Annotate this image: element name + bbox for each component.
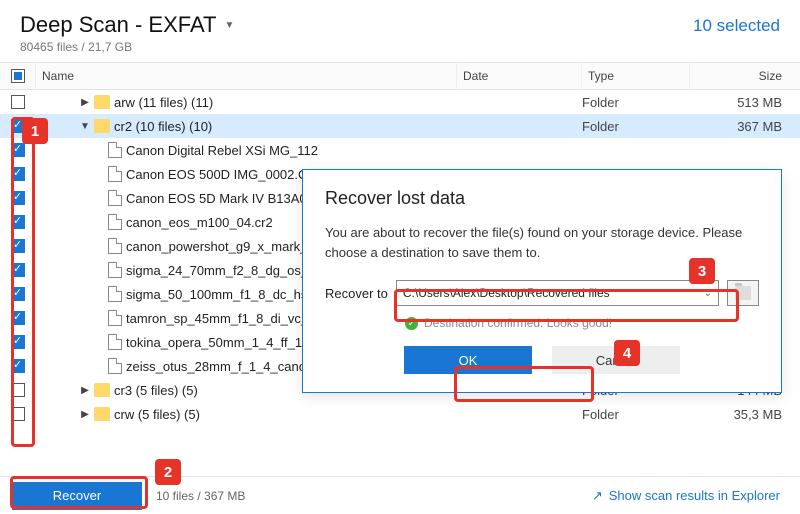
row-name-text: canon_powershot_g9_x_mark_ii_ bbox=[126, 239, 320, 254]
dialog-message: You are about to recover the file(s) fou… bbox=[325, 223, 759, 262]
show-in-explorer-link[interactable]: ↗ Show scan results in Explorer bbox=[592, 488, 780, 504]
file-icon bbox=[108, 262, 122, 278]
title-row[interactable]: Deep Scan - EXFAT ▼ bbox=[20, 12, 234, 38]
file-icon bbox=[108, 166, 122, 182]
row-checkbox[interactable] bbox=[0, 215, 36, 229]
destination-confirm: ✓ Destination confirmed. Looks good! bbox=[405, 316, 759, 330]
select-all-checkbox[interactable] bbox=[0, 63, 36, 89]
row-checkbox[interactable] bbox=[0, 191, 36, 205]
row-name-text: Canon Digital Rebel XSi MG_112 bbox=[126, 143, 318, 158]
row-checkbox[interactable] bbox=[0, 311, 36, 325]
expander-icon[interactable]: ▶ bbox=[80, 409, 90, 420]
row-name-text: Canon EOS 5D Mark IV B13A07 bbox=[126, 191, 314, 206]
row-name-text: sigma_24_70mm_f2_8_dg_os_hs bbox=[126, 263, 322, 278]
recover-button[interactable]: Recover bbox=[12, 482, 142, 510]
chevron-down-icon[interactable]: ▼ bbox=[224, 20, 234, 31]
scan-summary: 80465 files / 21,7 GB bbox=[20, 40, 234, 54]
callout-2: 2 bbox=[155, 459, 181, 485]
row-checkbox[interactable] bbox=[0, 239, 36, 253]
footer-left: Recover 10 files / 367 MB bbox=[12, 482, 245, 510]
callout-3: 3 bbox=[689, 258, 715, 284]
file-icon bbox=[108, 142, 122, 158]
file-icon bbox=[108, 334, 122, 350]
row-checkbox[interactable] bbox=[0, 335, 36, 349]
destination-confirm-text: Destination confirmed. Looks good! bbox=[424, 316, 612, 330]
folder-icon bbox=[94, 383, 110, 397]
file-icon bbox=[108, 238, 122, 254]
folder-icon bbox=[94, 119, 110, 133]
row-checkbox[interactable] bbox=[0, 407, 36, 421]
ok-button[interactable]: OK bbox=[404, 346, 532, 374]
row-name-text: tokina_opera_50mm_1_4_ff_19.c bbox=[126, 335, 319, 350]
column-headers: Name Date Type Size bbox=[0, 62, 800, 90]
footer: Recover 10 files / 367 MB ↗ Show scan re… bbox=[0, 476, 800, 514]
header-left: Deep Scan - EXFAT ▼ 80465 files / 21,7 G… bbox=[20, 12, 234, 54]
row-checkbox[interactable] bbox=[0, 143, 36, 157]
row-checkbox[interactable] bbox=[0, 359, 36, 373]
file-icon bbox=[108, 214, 122, 230]
page-title: Deep Scan - EXFAT bbox=[20, 12, 216, 38]
expander-icon[interactable]: ▶ bbox=[80, 97, 90, 108]
row-size: 513 MB bbox=[690, 95, 800, 110]
row-name-text: crw (5 files) (5) bbox=[114, 407, 200, 422]
row-name[interactable]: ▼ cr2 (10 files) (10) bbox=[36, 119, 457, 134]
file-row[interactable]: Canon Digital Rebel XSi MG_112 bbox=[0, 138, 800, 162]
file-icon bbox=[108, 286, 122, 302]
row-checkbox[interactable] bbox=[0, 383, 36, 397]
file-icon bbox=[108, 358, 122, 374]
folder-row[interactable]: ▶ crw (5 files) (5) Folder35,3 MB bbox=[0, 402, 800, 426]
header: Deep Scan - EXFAT ▼ 80465 files / 21,7 G… bbox=[0, 0, 800, 62]
selection-info: 10 files / 367 MB bbox=[156, 489, 245, 503]
selected-count: 10 selected bbox=[693, 16, 780, 36]
row-name-text: canon_eos_m100_04.cr2 bbox=[126, 215, 273, 230]
row-name-text: tamron_sp_45mm_f1_8_di_vc_us bbox=[126, 311, 322, 326]
row-name-text: arw (11 files) (11) bbox=[114, 95, 213, 110]
row-checkbox[interactable] bbox=[0, 167, 36, 181]
browse-button[interactable] bbox=[727, 280, 759, 306]
row-size: 35,3 MB bbox=[690, 407, 800, 422]
folder-icon bbox=[735, 286, 751, 300]
row-name-text: cr3 (5 files) (5) bbox=[114, 383, 198, 398]
external-link-icon: ↗ bbox=[592, 488, 603, 504]
callout-1: 1 bbox=[22, 118, 48, 144]
row-type: Folder bbox=[582, 407, 690, 422]
check-icon: ✓ bbox=[405, 317, 418, 330]
column-date[interactable]: Date bbox=[457, 63, 582, 89]
folder-icon bbox=[94, 407, 110, 421]
column-size[interactable]: Size bbox=[690, 63, 800, 89]
file-icon bbox=[108, 310, 122, 326]
row-checkbox[interactable] bbox=[0, 263, 36, 277]
chevron-down-icon[interactable]: ⌄ bbox=[704, 288, 712, 299]
row-name-text: Canon EOS 500D IMG_0002.CR2 bbox=[126, 167, 324, 182]
file-icon bbox=[108, 190, 122, 206]
expander-icon[interactable]: ▶ bbox=[80, 385, 90, 396]
row-type: Folder bbox=[582, 95, 690, 110]
destination-path-value: C:\Users\Alex\Desktop\Recovered files bbox=[403, 286, 610, 300]
column-type[interactable]: Type bbox=[582, 63, 690, 89]
folder-row[interactable]: ▼ cr2 (10 files) (10) Folder367 MB bbox=[0, 114, 800, 138]
column-name[interactable]: Name bbox=[36, 63, 457, 89]
row-name-text: zeiss_otus_28mm_f_1_4_canon_e bbox=[126, 359, 328, 374]
row-checkbox[interactable] bbox=[0, 95, 36, 109]
row-name-text: sigma_50_100mm_f1_8_dc_hsm_ bbox=[126, 287, 325, 302]
recover-to-label: Recover to bbox=[325, 286, 388, 301]
folder-icon bbox=[94, 95, 110, 109]
row-name-text: cr2 (10 files) (10) bbox=[114, 119, 212, 134]
row-name[interactable]: ▶ arw (11 files) (11) bbox=[36, 95, 457, 110]
row-name[interactable]: ▶ crw (5 files) (5) bbox=[36, 407, 457, 422]
dialog-buttons: OK Cancel bbox=[325, 346, 759, 374]
row-name[interactable]: Canon Digital Rebel XSi MG_112 bbox=[36, 142, 457, 158]
dialog-title: Recover lost data bbox=[325, 188, 759, 209]
show-in-explorer-label: Show scan results in Explorer bbox=[609, 488, 780, 503]
folder-row[interactable]: ▶ arw (11 files) (11) Folder513 MB bbox=[0, 90, 800, 114]
row-checkbox[interactable] bbox=[0, 287, 36, 301]
callout-4: 4 bbox=[614, 340, 640, 366]
expander-icon[interactable]: ▼ bbox=[80, 121, 90, 132]
row-size: 367 MB bbox=[690, 119, 800, 134]
destination-path-input[interactable]: C:\Users\Alex\Desktop\Recovered files ⌄ bbox=[396, 280, 719, 306]
row-type: Folder bbox=[582, 119, 690, 134]
